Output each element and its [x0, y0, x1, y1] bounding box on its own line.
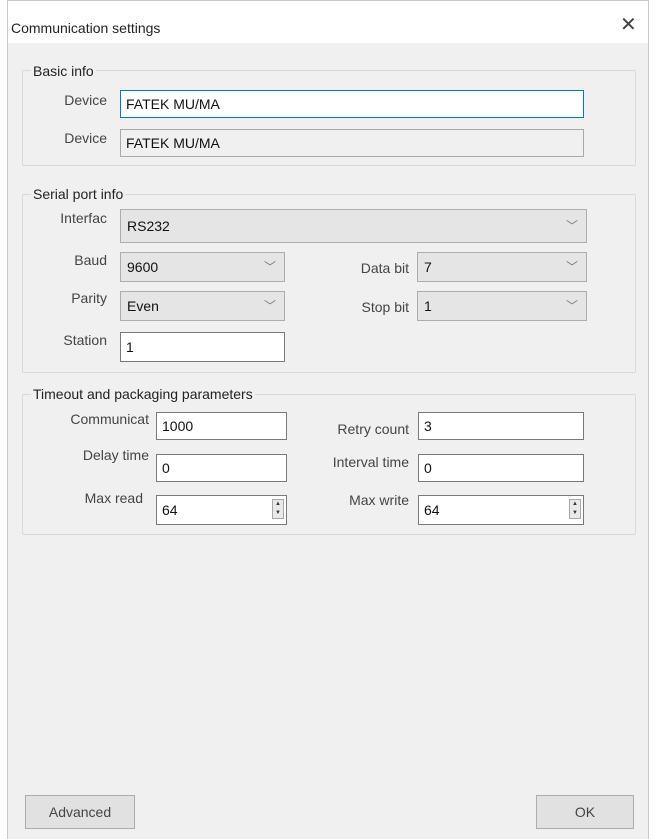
parity-value: Even — [127, 298, 159, 314]
max-read-label: Max read — [84, 490, 143, 506]
communication-timeout-label: Communicat — [70, 411, 149, 427]
basic-info-group: Basic info Device FATEK MU/MA Device FAT… — [22, 63, 636, 166]
data-bit-label: Data bit — [360, 260, 409, 276]
max-read-value: 64 — [162, 502, 178, 518]
parity-label: Parity — [71, 290, 107, 306]
close-icon[interactable]: ✕ — [620, 15, 637, 35]
parity-select[interactable]: Even ﹀ — [120, 291, 285, 321]
dialog-title: Communication settings — [11, 20, 161, 36]
communication-settings-dialog: Communication settings ✕ Basic info Devi… — [7, 0, 649, 839]
max-write-value: 64 — [424, 502, 440, 518]
serial-port-info-legend: Serial port info — [31, 186, 126, 202]
delay-time-label: Delay time — [82, 447, 149, 463]
stop-bit-value: 1 — [424, 298, 432, 314]
chevron-down-icon: ﹀ — [565, 299, 578, 313]
communication-timeout-input[interactable]: 1000 — [156, 412, 287, 440]
chevron-down-icon: ﹀ — [263, 260, 276, 274]
chevron-down-icon: ﹀ — [565, 260, 578, 274]
timeout-packaging-group: Timeout and packaging parameters Communi… — [22, 386, 636, 535]
stop-bit-label: Stop bit — [361, 299, 409, 315]
delay-time-input[interactable]: 0 — [156, 454, 287, 482]
interval-time-input[interactable]: 0 — [418, 454, 584, 482]
advanced-button[interactable]: Advanced — [25, 795, 135, 829]
interface-select[interactable]: RS232 ﹀ — [120, 209, 587, 243]
max-write-input[interactable]: 64 ▲ ▼ — [418, 495, 584, 525]
data-bit-value: 7 — [424, 259, 432, 275]
data-bit-select[interactable]: 7 ﹀ — [417, 252, 587, 282]
stop-bit-select[interactable]: 1 ﹀ — [417, 291, 587, 321]
baud-select[interactable]: 9600 ﹀ — [120, 252, 285, 282]
device-label-secondary: Device — [64, 130, 107, 146]
spinner-arrows-icon[interactable]: ▲ ▼ — [272, 499, 284, 519]
baud-value: 9600 — [127, 259, 159, 275]
interface-value: RS232 — [127, 218, 170, 234]
basic-info-legend: Basic info — [31, 63, 96, 79]
timeout-packaging-legend: Timeout and packaging parameters — [31, 386, 255, 402]
interval-time-label: Interval time — [332, 454, 409, 470]
chevron-down-icon: ﹀ — [263, 299, 276, 313]
ok-button[interactable]: OK — [536, 795, 634, 829]
title-bar: Communication settings ✕ — [8, 0, 648, 43]
device-input[interactable]: FATEK MU/MA — [120, 90, 584, 118]
station-label: Station — [63, 332, 107, 348]
interface-label: Interfac — [60, 210, 107, 226]
baud-label: Baud — [74, 252, 107, 268]
retry-count-label: Retry count — [337, 421, 409, 437]
device-label: Device — [64, 92, 107, 108]
max-read-input[interactable]: 64 ▲ ▼ — [156, 495, 287, 525]
chevron-down-icon: ﹀ — [565, 219, 578, 233]
station-input[interactable]: 1 — [120, 332, 285, 362]
retry-count-input[interactable]: 3 — [418, 412, 584, 440]
spinner-arrows-icon[interactable]: ▲ ▼ — [569, 499, 581, 519]
device-readonly-field: FATEK MU/MA — [120, 129, 584, 157]
max-write-label: Max write — [349, 492, 409, 508]
serial-port-info-group: Serial port info Interfac RS232 ﹀ Baud 9… — [22, 186, 636, 373]
